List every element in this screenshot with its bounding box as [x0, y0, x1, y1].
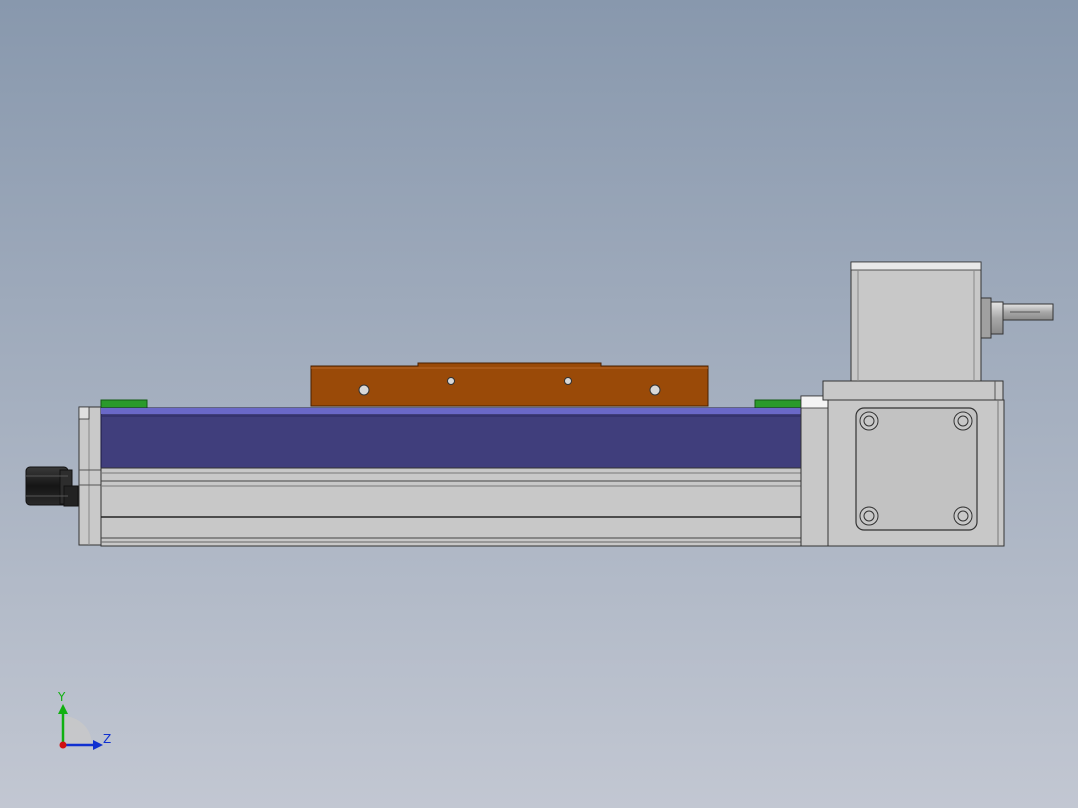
triad-z-label: Z: [103, 732, 111, 746]
graphics-viewport[interactable]: Y Z: [0, 0, 1078, 808]
carriage-cover[interactable]: [100, 407, 802, 469]
sensor-left[interactable]: [100, 399, 148, 409]
triad-y-label: Y: [57, 690, 66, 704]
slider-plate[interactable]: [310, 362, 709, 407]
cad-model-view[interactable]: Y Z: [0, 0, 1078, 808]
sensor-right[interactable]: [754, 399, 802, 409]
motor-flange[interactable]: [78, 406, 102, 546]
servo-motor[interactable]: [25, 466, 79, 507]
actuator-body[interactable]: [100, 407, 802, 547]
